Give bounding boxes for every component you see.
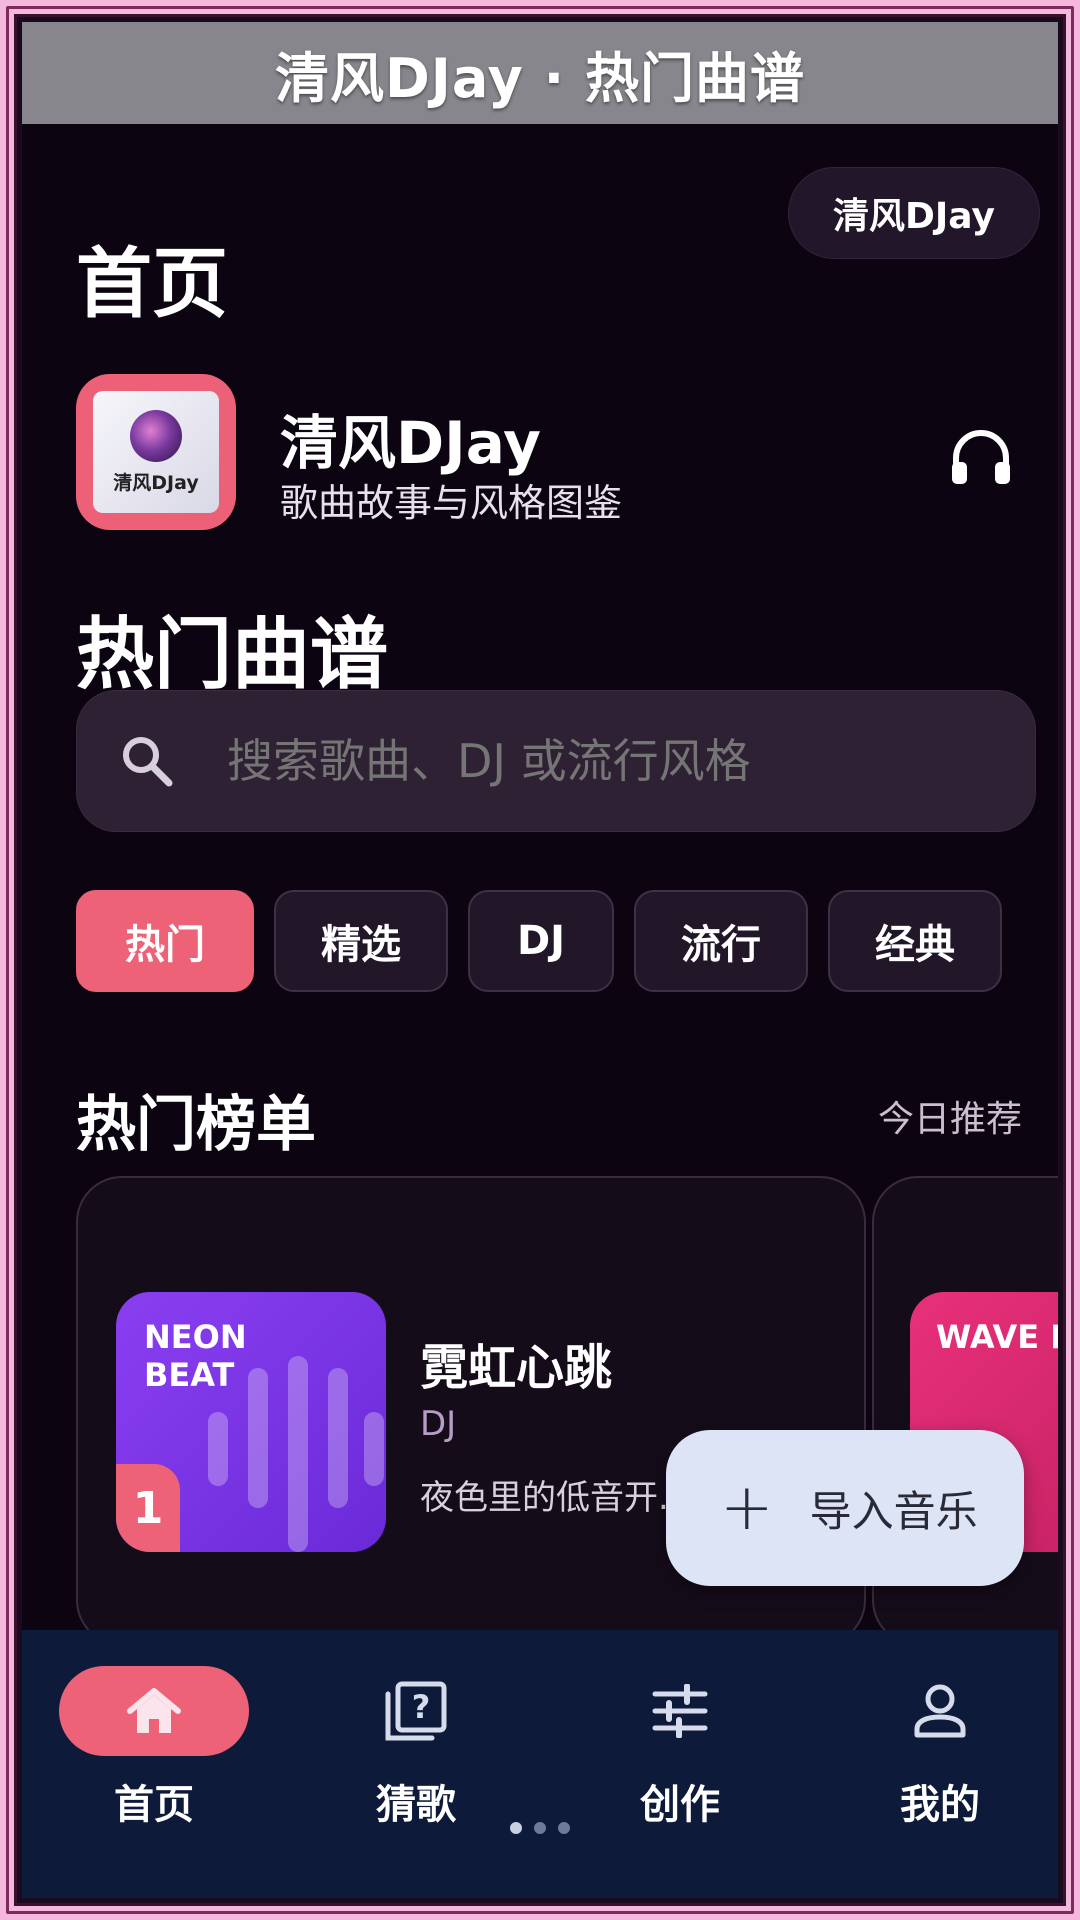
waveform-bar (248, 1368, 268, 1508)
app-screen: 清风DJay · 热门曲谱 首页 清风DJay 清风DJay 清风DJay 歌曲… (22, 22, 1058, 1898)
chart-section-title: 热门榜单 (76, 1090, 316, 1160)
waveform-bar (288, 1356, 308, 1552)
song-description: 夜色里的低音开... (420, 1478, 691, 1518)
page-dot (558, 1822, 570, 1834)
tab-pop[interactable]: 流行 (634, 890, 808, 992)
album-cover: NEON BEAT 1 (116, 1292, 386, 1552)
nav-label: 创作 (640, 1782, 720, 1828)
app-icon-text: 清风DJay (113, 471, 199, 494)
tab-dj[interactable]: DJ (468, 890, 614, 992)
search-bar[interactable] (76, 690, 1036, 832)
app-name: 清风DJay (280, 409, 541, 477)
window-title: 清风DJay · 热门曲谱 (22, 22, 1058, 124)
headphones-icon[interactable] (950, 428, 1012, 486)
tab-hot[interactable]: 热门 (76, 890, 254, 992)
plus-icon: + (720, 1471, 774, 1545)
sliders-icon (652, 1684, 708, 1738)
tab-classic[interactable]: 经典 (828, 890, 1002, 992)
nav-item-quiz[interactable]: ? 猜歌 (316, 1630, 516, 1898)
nav-item-create[interactable]: 创作 (580, 1630, 780, 1898)
page-title: 首页 (76, 239, 228, 328)
bottom-nav: 首页 ? 猜歌 创作 我的 (22, 1630, 1058, 1898)
app-icon[interactable]: 清风DJay (76, 374, 236, 530)
nav-active-pill (59, 1666, 249, 1756)
person-icon (914, 1684, 966, 1738)
brand-pill-button[interactable]: 清风DJay (788, 167, 1040, 259)
svg-text:?: ? (412, 1688, 431, 1726)
nav-item-profile[interactable]: 我的 (840, 1630, 1040, 1898)
song-title: 霓虹心跳 (420, 1340, 613, 1396)
vinyl-art-icon (130, 409, 182, 462)
page-dot (534, 1822, 546, 1834)
page-dot (510, 1822, 522, 1834)
nav-label: 猜歌 (376, 1782, 456, 1828)
import-music-button[interactable]: + 导入音乐 (666, 1430, 1024, 1586)
song-genre: DJ (420, 1404, 457, 1444)
nav-label: 我的 (900, 1782, 980, 1828)
waveform-bar (328, 1368, 348, 1508)
import-music-label: 导入音乐 (809, 1486, 978, 1536)
section-title: 热门曲谱 (76, 610, 389, 700)
nav-pill: ? (321, 1666, 511, 1756)
cover-text: WAVE PARTY (936, 1318, 1058, 1356)
cover-text: NEON BEAT (144, 1318, 247, 1394)
app-subtitle: 歌曲故事与风格图鉴 (280, 481, 623, 525)
app-icon-image: 清风DJay (93, 391, 219, 513)
chart-section-link[interactable]: 今日推荐 (878, 1090, 1022, 1142)
rank-badge: 1 (116, 1464, 180, 1552)
tab-featured[interactable]: 精选 (274, 890, 448, 992)
nav-label: 首页 (114, 1782, 194, 1828)
waveform-bar (208, 1412, 228, 1486)
search-input[interactable] (227, 734, 987, 788)
quiz-icon: ? (385, 1681, 447, 1741)
search-icon (123, 737, 173, 787)
nav-pill (585, 1666, 775, 1756)
home-icon (127, 1688, 181, 1733)
nav-pill (845, 1666, 1035, 1756)
page-indicator (510, 1822, 570, 1834)
nav-item-home[interactable]: 首页 (54, 1630, 254, 1898)
waveform-bar (364, 1412, 384, 1486)
